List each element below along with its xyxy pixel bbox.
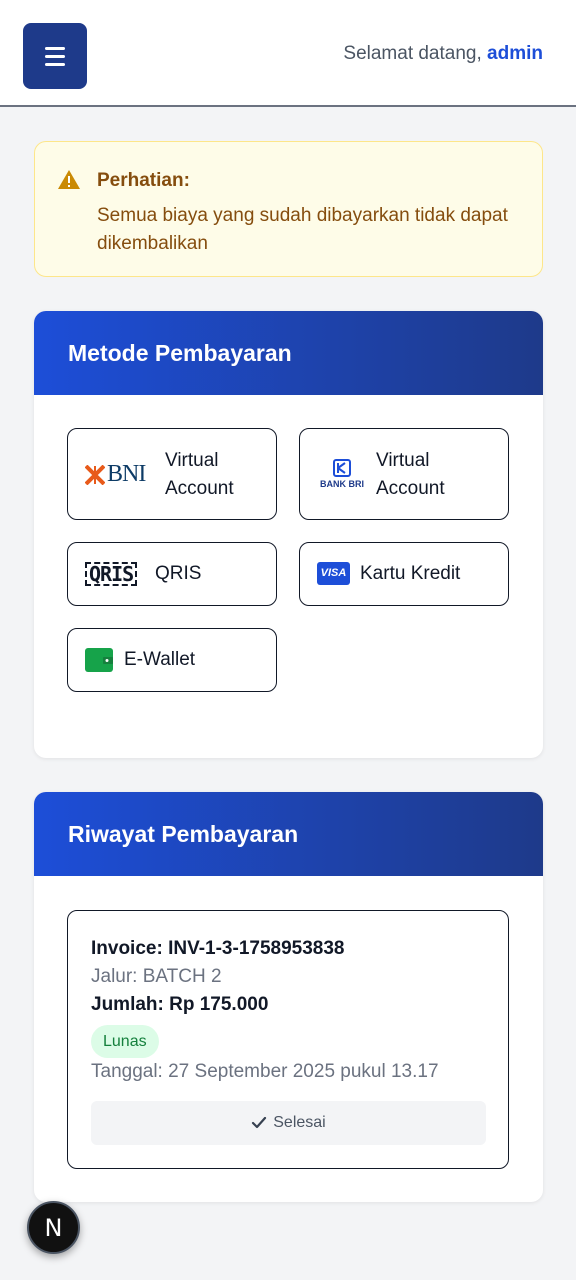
bri-logo-text: BANK BRI: [320, 479, 364, 489]
invoice-number: Invoice: INV-1-3-1758953838: [91, 938, 345, 959]
e-wallet-label: E-Wallet: [124, 649, 196, 670]
invoice-amount: Jumlah: Rp 175.000: [91, 994, 269, 1015]
welcome-text: Selamat datang, admin: [343, 43, 543, 65]
bni-virtual-account-button[interactable]: BNI Virtual Account: [67, 428, 277, 520]
hamburger-icon-line: [45, 62, 65, 66]
status-badge: Lunas: [91, 1025, 159, 1058]
qris-button[interactable]: QRIS QRIS: [67, 542, 277, 606]
qris-label: QRIS: [155, 563, 202, 584]
hamburger-icon-line: [45, 54, 65, 58]
payment-methods-card: Metode Pembayaran BNI Virtual Account BA…: [34, 311, 543, 758]
hamburger-icon: [45, 46, 65, 50]
invoice-date: Tanggal: 27 September 2025 pukul 13.17: [91, 1061, 439, 1082]
bni-label: Virtual Account: [165, 450, 234, 499]
wallet-icon: [85, 648, 113, 672]
username: admin: [487, 43, 543, 64]
warning-alert: Perhatian: Semua biaya yang sudah dibaya…: [34, 141, 543, 277]
nextjs-icon: N: [44, 1213, 63, 1242]
credit-card-label: Kartu Kredit: [360, 563, 461, 584]
invoice-jalur: Jalur: BATCH 2: [91, 966, 222, 987]
bri-virtual-account-button[interactable]: BANK BRI Virtual Account: [299, 428, 509, 520]
payment-history-title: Riwayat Pembayaran: [68, 820, 299, 847]
warning-icon: [58, 170, 80, 189]
bni-mark-icon: [85, 464, 105, 485]
bni-logo-text: BNI: [107, 461, 146, 487]
bri-mark-icon: [333, 459, 351, 477]
alert-title: Perhatian:: [97, 170, 190, 191]
nextjs-dev-button[interactable]: N: [27, 1201, 80, 1254]
e-wallet-button[interactable]: E-Wallet: [67, 628, 277, 692]
top-bar: Selamat datang, admin: [0, 0, 576, 107]
done-button[interactable]: Selesai: [91, 1101, 486, 1145]
visa-card-icon: VISA: [317, 562, 350, 585]
bri-logo: BANK BRI: [316, 459, 368, 489]
menu-button[interactable]: [23, 23, 87, 89]
payment-history-card: Riwayat Pembayaran Invoice: INV-1-3-1758…: [34, 792, 543, 1202]
payment-methods-header: Metode Pembayaran: [34, 311, 543, 395]
alert-message: Semua biaya yang sudah dibayarkan tidak …: [97, 205, 508, 254]
done-button-label: Selesai: [273, 1114, 326, 1131]
credit-card-button[interactable]: VISA Kartu Kredit: [299, 542, 509, 606]
bni-logo: BNI: [85, 461, 146, 488]
invoice-card: Invoice: INV-1-3-1758953838 Jalur: BATCH…: [67, 910, 509, 1169]
payment-methods-title: Metode Pembayaran: [68, 339, 292, 366]
greeting-text: Selamat datang,: [343, 43, 482, 64]
check-icon: [252, 1116, 267, 1129]
bri-label: Virtual Account: [376, 450, 445, 499]
payment-history-header: Riwayat Pembayaran: [34, 792, 543, 876]
qris-logo: QRIS: [85, 562, 138, 586]
